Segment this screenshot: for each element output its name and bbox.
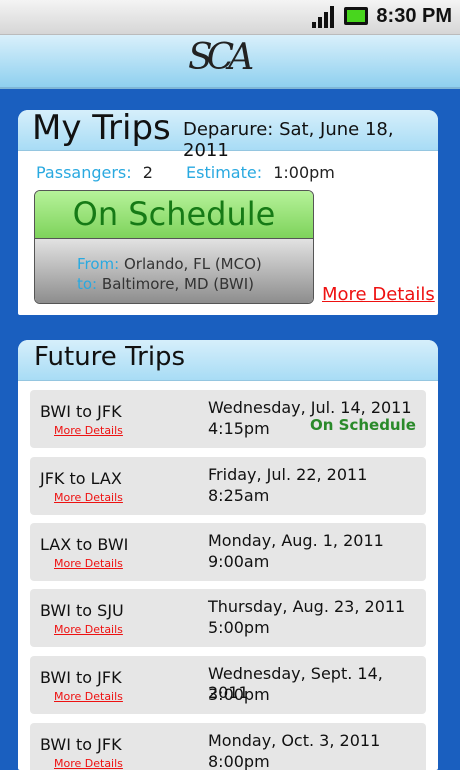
trip-info-row: Passangers: 2 Estimate: 1:00pm: [36, 163, 335, 182]
to-value: Baltimore, MD (BWI): [101, 275, 254, 293]
trip-more-details-link[interactable]: More Details: [54, 424, 123, 437]
my-trips-header: My Trips Deparure: Sat, June 18, 2011: [18, 110, 438, 161]
route-panel: From: Orlando, FL (MCO) to: Baltimore, M…: [35, 239, 313, 303]
future-trips-header: Future Trips: [18, 340, 438, 381]
trip-route: BWI to JFK: [40, 668, 122, 687]
future-trips-card: Future Trips BWI to JFK More Details Wed…: [18, 340, 438, 770]
trip-time: 4:15pm: [208, 419, 270, 438]
estimate-label: Estimate:: [186, 163, 263, 182]
trip-time: 9:00am: [208, 552, 270, 571]
passengers-label: Passangers:: [36, 163, 132, 182]
trip-time: 5:00pm: [208, 618, 270, 637]
more-details-link[interactable]: More Details: [322, 284, 435, 305]
trip-date: Monday, Oct. 3, 2011: [208, 731, 381, 750]
my-trips-title: My Trips: [32, 110, 171, 148]
trip-time: 8:00pm: [208, 752, 270, 770]
trip-date: Thursday, Aug. 23, 2011: [208, 597, 406, 616]
trip-more-details-link[interactable]: More Details: [54, 757, 123, 770]
estimate-value: 1:00pm: [273, 163, 335, 182]
to-line: to: Baltimore, MD (BWI): [77, 275, 254, 293]
trip-more-details-link[interactable]: More Details: [54, 690, 123, 703]
passengers-value: 2: [142, 163, 153, 182]
battery-icon: [344, 7, 369, 25]
trip-date: Friday, Jul. 22, 2011: [208, 465, 368, 484]
trip-route: LAX to BWI: [40, 535, 129, 554]
trip-row[interactable]: BWI to SJU More Details Thursday, Aug. 2…: [30, 589, 426, 647]
future-trips-title: Future Trips: [34, 342, 186, 372]
trip-more-details-link[interactable]: More Details: [54, 623, 123, 636]
trip-route: BWI to JFK: [40, 402, 122, 421]
trip-row[interactable]: BWI to JFK More Details Wednesday, Jul. …: [30, 390, 426, 448]
schedule-panel[interactable]: On Schedule From: Orlando, FL (MCO) to: …: [34, 190, 314, 304]
my-trips-card: My Trips Deparure: Sat, June 18, 2011 Pa…: [18, 110, 438, 315]
trip-date: Monday, Aug. 1, 2011: [208, 531, 384, 550]
schedule-status: On Schedule: [35, 191, 313, 239]
from-value: Orlando, FL (MCO): [124, 255, 262, 273]
trip-time: 3:00pm: [208, 685, 270, 704]
trip-time: 8:25am: [208, 486, 270, 505]
signal-icon: [312, 4, 336, 28]
app-logo: SCA: [188, 37, 254, 78]
trip-status: On Schedule: [310, 416, 416, 434]
status-bar: 8:30 PM: [0, 0, 460, 35]
trip-more-details-link[interactable]: More Details: [54, 491, 123, 504]
trip-row[interactable]: BWI to JFK More Details Wednesday, Sept.…: [30, 656, 426, 714]
from-line: From: Orlando, FL (MCO): [77, 255, 262, 273]
trip-route: JFK to LAX: [40, 469, 122, 488]
trip-more-details-link[interactable]: More Details: [54, 557, 123, 570]
app-header: SCA: [0, 35, 460, 89]
trip-route: BWI to JFK: [40, 735, 122, 754]
trip-row[interactable]: LAX to BWI More Details Monday, Aug. 1, …: [30, 523, 426, 581]
status-time: 8:30 PM: [376, 4, 452, 27]
trip-date: Wednesday, Jul. 14, 2011: [208, 398, 412, 417]
trip-route: BWI to SJU: [40, 601, 124, 620]
to-label: to:: [77, 275, 98, 293]
trip-row[interactable]: JFK to LAX More Details Friday, Jul. 22,…: [30, 457, 426, 515]
from-label: From:: [77, 255, 120, 273]
departure-date: Deparure: Sat, June 18, 2011: [183, 119, 394, 161]
